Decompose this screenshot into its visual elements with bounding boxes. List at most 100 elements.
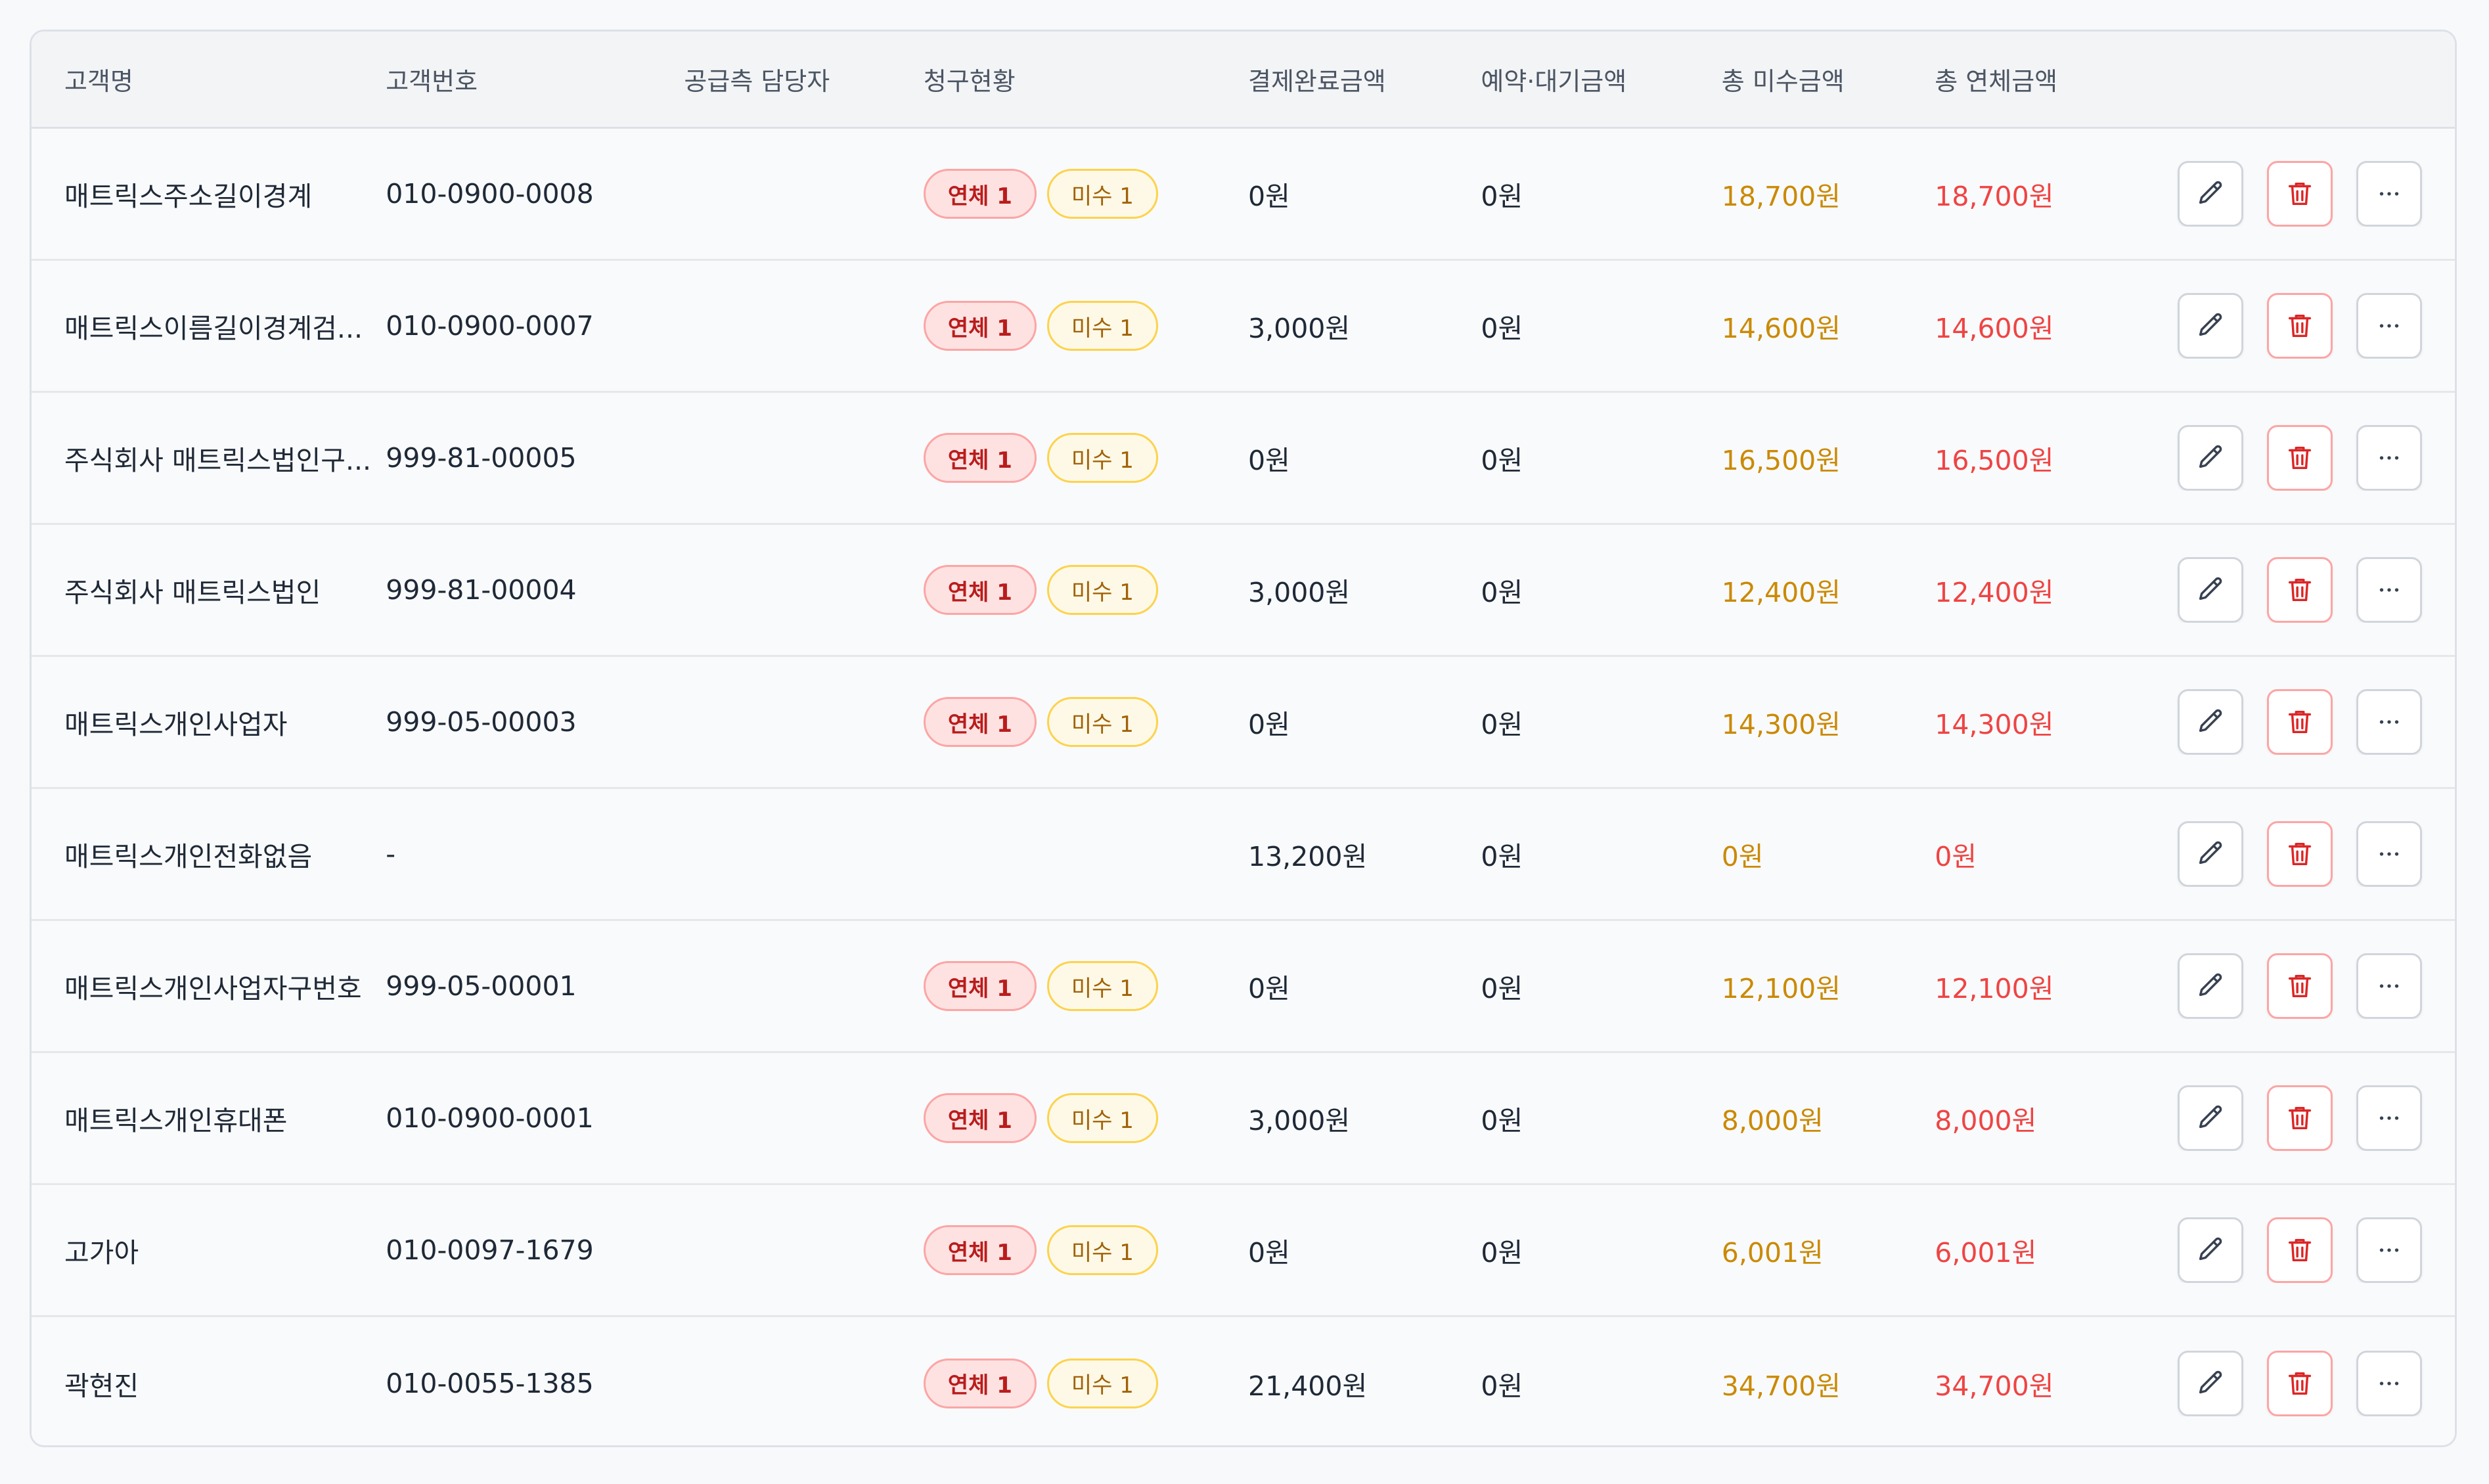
delete-button[interactable] bbox=[2266, 953, 2333, 1019]
table-row[interactable]: 주식회사 매트릭스법인 999-81-00004 연체 1 미수 1 3,000… bbox=[32, 525, 2455, 657]
billing-status-cell: 연체 1 미수 1 bbox=[923, 433, 1248, 483]
delete-button[interactable] bbox=[2266, 1350, 2333, 1416]
trash-icon bbox=[2288, 1106, 2312, 1130]
customer-number-cell: 999-05-00003 bbox=[386, 706, 577, 738]
more-button[interactable] bbox=[2356, 1217, 2422, 1283]
header-customer-number[interactable]: 고객번호 bbox=[386, 61, 684, 97]
edit-button[interactable] bbox=[2177, 821, 2243, 887]
overdue-badge: 연체 1 bbox=[923, 961, 1037, 1011]
unpaid-badge: 미수 1 bbox=[1046, 1093, 1158, 1143]
delete-button[interactable] bbox=[2266, 821, 2333, 887]
edit-button[interactable] bbox=[2177, 557, 2243, 623]
more-button[interactable] bbox=[2356, 161, 2422, 227]
paid-amount-cell: 3,000원 bbox=[1247, 577, 1351, 608]
table-row[interactable]: 매트릭스주소길이경계 010-0900-0008 연체 1 미수 1 0원 0원… bbox=[32, 129, 2455, 261]
billing-status-cell: 연체 1 미수 1 bbox=[923, 565, 1248, 615]
unpaid-badge: 미수 1 bbox=[1046, 1358, 1158, 1408]
more-button[interactable] bbox=[2356, 425, 2422, 491]
header-billing-status[interactable]: 청구현황 bbox=[924, 61, 1248, 97]
unpaid-badge: 미수 1 bbox=[1046, 169, 1158, 219]
paid-amount-cell: 3,000원 bbox=[1247, 313, 1351, 344]
delete-button[interactable] bbox=[2266, 1217, 2333, 1283]
table-row[interactable]: 매트릭스개인사업자구번호 999-05-00001 연체 1 미수 1 0원 0… bbox=[32, 921, 2455, 1053]
more-horizontal-icon bbox=[2379, 324, 2399, 328]
trash-icon bbox=[2288, 1238, 2312, 1262]
customer-name-cell[interactable]: 고가아 bbox=[32, 1230, 386, 1270]
more-horizontal-icon bbox=[2379, 1248, 2399, 1252]
overdue-badge: 연체 1 bbox=[923, 1093, 1037, 1143]
customer-name-cell[interactable]: 매트릭스이름길이경계검... bbox=[32, 306, 386, 346]
delete-button[interactable] bbox=[2266, 293, 2333, 359]
pencil-icon bbox=[2199, 577, 2222, 600]
edit-button[interactable] bbox=[2177, 953, 2243, 1019]
overdue-amount-cell: 6,001원 bbox=[1935, 1237, 2037, 1269]
trash-icon bbox=[2288, 314, 2312, 338]
customer-name-cell[interactable]: 주식회사 매트릭스법인구... bbox=[32, 438, 386, 478]
billing-status-cell: 연체 1 미수 1 bbox=[923, 169, 1248, 219]
pencil-icon bbox=[2199, 973, 2222, 997]
more-button[interactable] bbox=[2356, 1085, 2422, 1151]
unpaid-amount-cell: 16,500원 bbox=[1721, 445, 1841, 476]
header-manager[interactable]: 공급측 담당자 bbox=[684, 61, 923, 97]
delete-button[interactable] bbox=[2266, 689, 2333, 755]
header-reserve-amount[interactable]: 예약·대기금액 bbox=[1481, 61, 1721, 97]
edit-button[interactable] bbox=[2177, 161, 2243, 227]
reserve-amount-cell: 0원 bbox=[1481, 1370, 1523, 1402]
more-button[interactable] bbox=[2356, 821, 2422, 887]
delete-button[interactable] bbox=[2266, 1085, 2333, 1151]
more-button[interactable] bbox=[2356, 689, 2422, 755]
customer-name-cell[interactable]: 매트릭스개인전화없음 bbox=[32, 834, 386, 874]
overdue-amount-cell: 16,500원 bbox=[1935, 445, 2054, 476]
more-button[interactable] bbox=[2356, 953, 2422, 1019]
pencil-icon bbox=[2199, 841, 2222, 865]
customer-name-cell[interactable]: 매트릭스개인휴대폰 bbox=[32, 1098, 386, 1138]
reserve-amount-cell: 0원 bbox=[1481, 841, 1523, 872]
table-row[interactable]: 곽현진 010-0055-1385 연체 1 미수 1 21,400원 0원 3… bbox=[32, 1317, 2455, 1445]
table-row[interactable]: 매트릭스개인휴대폰 010-0900-0001 연체 1 미수 1 3,000원… bbox=[32, 1053, 2455, 1185]
edit-button[interactable] bbox=[2177, 293, 2243, 359]
more-horizontal-icon bbox=[2379, 1116, 2399, 1120]
overdue-badge: 연체 1 bbox=[923, 697, 1037, 747]
row-actions bbox=[2148, 161, 2455, 227]
table-row[interactable]: 매트릭스개인사업자 999-05-00003 연체 1 미수 1 0원 0원 1… bbox=[32, 657, 2455, 789]
delete-button[interactable] bbox=[2266, 161, 2333, 227]
overdue-amount-cell: 12,100원 bbox=[1935, 973, 2054, 1004]
unpaid-badge: 미수 1 bbox=[1046, 433, 1158, 483]
edit-button[interactable] bbox=[2177, 1217, 2243, 1283]
more-button[interactable] bbox=[2356, 557, 2422, 623]
more-horizontal-icon bbox=[2379, 588, 2399, 592]
more-button[interactable] bbox=[2356, 293, 2422, 359]
table-row[interactable]: 매트릭스개인전화없음 - 13,200원 0원 0원 0원 bbox=[32, 789, 2455, 921]
reserve-amount-cell: 0원 bbox=[1481, 445, 1523, 476]
customer-number-cell: 999-81-00005 bbox=[386, 442, 577, 474]
customer-name-cell[interactable]: 매트릭스주소길이경계 bbox=[32, 174, 386, 214]
delete-button[interactable] bbox=[2266, 557, 2333, 623]
customer-number-cell: 999-81-00004 bbox=[386, 574, 577, 606]
customer-number-cell: - bbox=[386, 838, 395, 870]
pencil-icon bbox=[2199, 313, 2222, 336]
table-row[interactable]: 매트릭스이름길이경계검... 010-0900-0007 연체 1 미수 1 3… bbox=[32, 261, 2455, 393]
overdue-badge: 연체 1 bbox=[923, 565, 1037, 615]
edit-button[interactable] bbox=[2177, 689, 2243, 755]
billing-status-cell: 연체 1 미수 1 bbox=[923, 961, 1248, 1011]
table-row[interactable]: 주식회사 매트릭스법인구... 999-81-00005 연체 1 미수 1 0… bbox=[32, 393, 2455, 525]
customer-name-cell[interactable]: 곽현진 bbox=[32, 1364, 386, 1403]
customer-name-cell[interactable]: 매트릭스개인사업자구번호 bbox=[32, 966, 386, 1006]
header-overdue-amount[interactable]: 총 연체금액 bbox=[1935, 61, 2147, 97]
header-customer-name[interactable]: 고객명 bbox=[32, 61, 386, 97]
customer-name-cell[interactable]: 매트릭스개인사업자 bbox=[32, 702, 386, 742]
overdue-badge: 연체 1 bbox=[923, 1225, 1037, 1275]
header-unpaid-amount[interactable]: 총 미수금액 bbox=[1722, 61, 1935, 97]
table-row[interactable]: 고가아 010-0097-1679 연체 1 미수 1 0원 0원 6,001원… bbox=[32, 1185, 2455, 1317]
unpaid-badge: 미수 1 bbox=[1046, 565, 1158, 615]
row-actions bbox=[2148, 689, 2455, 755]
edit-button[interactable] bbox=[2177, 425, 2243, 491]
customer-number-cell: 010-0055-1385 bbox=[386, 1367, 594, 1399]
delete-button[interactable] bbox=[2266, 425, 2333, 491]
more-button[interactable] bbox=[2356, 1350, 2422, 1416]
edit-button[interactable] bbox=[2177, 1085, 2243, 1151]
reserve-amount-cell: 0원 bbox=[1481, 709, 1523, 740]
header-paid-amount[interactable]: 결제완료금액 bbox=[1248, 61, 1481, 97]
edit-button[interactable] bbox=[2177, 1350, 2243, 1416]
customer-name-cell[interactable]: 주식회사 매트릭스법인 bbox=[32, 570, 386, 610]
